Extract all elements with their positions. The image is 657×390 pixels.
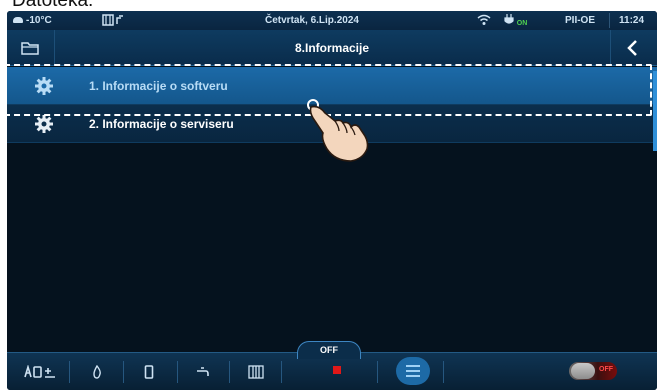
stop-icon[interactable] [333,366,341,374]
menu-icon-line [406,375,420,377]
flame-icon [93,365,101,379]
wifi-icon [477,14,491,27]
status-bar: -10°C Četvrtak, 6.Lip.2024 ON PII-OE 11:… [7,11,657,30]
list-item-label: 2. Informacije o serviseru [89,117,234,131]
toolbar-divider [69,361,70,383]
phase-on-label: ON [516,20,528,27]
gear-icon [35,115,53,133]
toolbar-divider [229,361,230,383]
menu-button[interactable] [396,357,430,385]
gear-icon [35,77,53,95]
tank-icon [144,365,154,379]
mode-label: PII-OE [565,15,596,26]
status-date: Četvrtak, 6.Lip.2024 [265,15,359,26]
toolbar-divider [177,361,178,383]
page-caption: Datoteka: [12,0,94,11]
pointing-hand-icon [307,99,369,162]
tank-button[interactable] [129,353,169,390]
toolbar-divider [443,361,444,383]
boiler-mode-button[interactable] [15,353,65,390]
toolbar-divider [377,361,378,383]
controller-screen: -10°C Četvrtak, 6.Lip.2024 ON PII-OE 11:… [7,11,657,390]
back-button[interactable] [610,30,657,66]
off-status-tab[interactable]: OFF [297,341,361,359]
temperature-value: -10°C [26,15,52,26]
toggle-label: OFF [599,366,613,373]
plug-icon [504,14,514,24]
status-divider [609,13,610,28]
scroll-indicator [653,71,657,151]
power-toggle[interactable]: OFF [569,362,617,380]
toolbar-divider [123,361,124,383]
outdoor-temperature: -10°C [13,14,52,27]
phase-indicator: ON [504,14,527,27]
screen-header: 8.Informacije [7,30,657,66]
page-title: 8.Informacije [294,41,370,55]
tap-button[interactable] [183,353,223,390]
flame-button[interactable] [77,353,117,390]
status-time: 11:24 [619,15,645,26]
list-item-label: 1. Informacije o softveru [89,79,228,93]
toggle-knob[interactable] [571,363,595,379]
radiator-icon [248,365,264,379]
boiler-mode-icon [24,365,55,378]
radiator-status-icon [102,14,128,27]
menu-icon-line [406,370,420,372]
cloud-icon [13,17,23,24]
tap-icon [197,367,209,376]
radiator-button[interactable] [236,353,276,390]
chevron-left-icon [627,40,637,56]
menu-icon [406,365,420,367]
toolbar-divider [281,361,282,383]
